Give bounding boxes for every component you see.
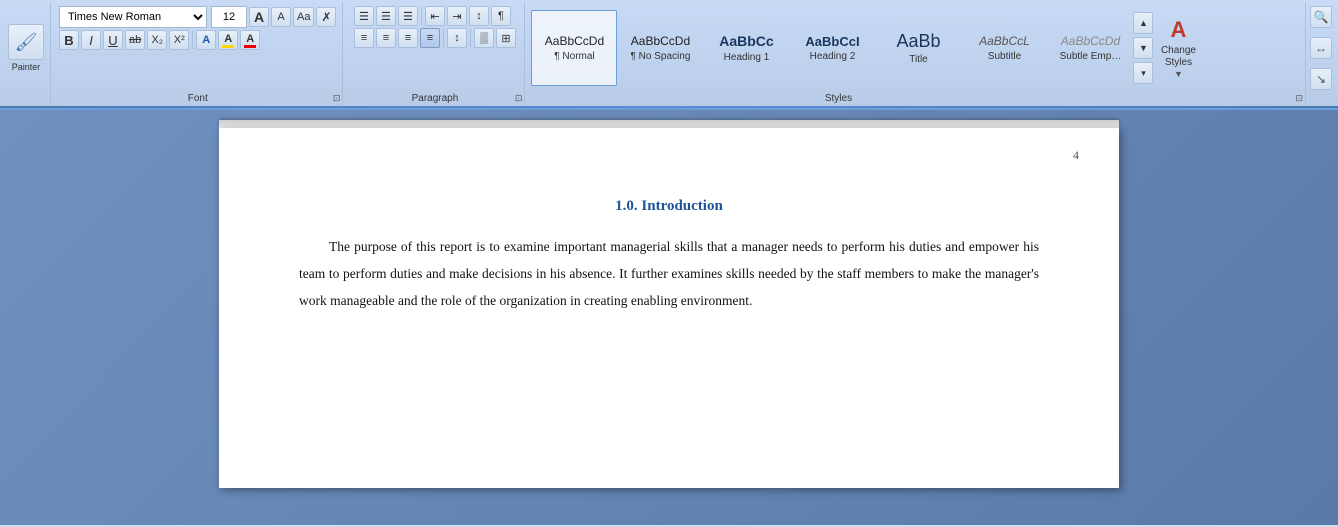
style-item-title[interactable]: AaBb Title (875, 10, 961, 86)
divider4 (470, 29, 471, 47)
superscript-button[interactable]: X² (169, 30, 189, 50)
style-subtle-emph-label: Subtle Emp… (1060, 51, 1122, 62)
text-effects-button[interactable]: A (196, 30, 216, 50)
multilevel-button[interactable]: ☰ (398, 6, 418, 26)
font-group-content: Times New Roman A A Aa ✗ B I U ab X₂ (59, 6, 336, 104)
italic-button[interactable]: I (81, 30, 101, 50)
font-color-button[interactable]: A (240, 30, 260, 50)
font-name-select[interactable]: Times New Roman (59, 6, 207, 28)
style-item-heading2[interactable]: AaBbCcI Heading 2 (789, 10, 875, 86)
replace-button[interactable]: ↔ (1310, 37, 1332, 59)
right-extra-area: 🔍 ↔ ↘ (1308, 2, 1334, 106)
style-item-subtle-emph[interactable]: AaBbCcDd Subtle Emp… (1047, 10, 1133, 86)
styles-group: AaBbCcDd ¶ Normal AaBbCcDd ¶ No Spacing … (527, 2, 1306, 106)
page-wrapper: 4 1.0. Introduction The purpose of this … (219, 120, 1119, 488)
font-group-expand-icon[interactable]: ⊡ (333, 93, 341, 104)
change-styles-label: ChangeStyles (1161, 45, 1196, 69)
page-number: 4 (1073, 148, 1079, 163)
borders-button[interactable]: ⊞ (496, 28, 516, 48)
align-center-button[interactable]: ≡ (376, 28, 396, 48)
document-page: 4 1.0. Introduction The purpose of this … (219, 128, 1119, 488)
shading-button[interactable]: ▒ (474, 28, 494, 48)
page-top-shadow (219, 120, 1119, 128)
font-group-label: Font (53, 93, 342, 104)
styles-group-label: Styles (605, 93, 1072, 104)
divider3 (443, 29, 444, 47)
paragraph-group-content: ☰ ☰ ☰ ⇤ ⇥ ↕ ¶ ≡ ≡ ≡ ≡ ↕ ▒ (354, 6, 516, 104)
styles-scroll-up-button[interactable]: ▲ (1133, 12, 1153, 34)
numbering-button[interactable]: ☰ (376, 6, 396, 26)
style-no-spacing-label: ¶ No Spacing (631, 51, 691, 62)
style-heading2-label: Heading 2 (810, 51, 856, 62)
ribbon: 🖌 Painter Times New Roman A A Aa ✗ (0, 0, 1338, 110)
styles-more-button[interactable]: ▾ (1133, 62, 1153, 84)
style-title-label: Title (909, 54, 928, 65)
style-subtle-emph-preview: AaBbCcDd (1061, 34, 1120, 48)
style-subtitle-label: Subtitle (988, 51, 1021, 62)
style-normal-label: ¶ Normal (554, 51, 594, 62)
style-normal-preview: AaBbCcDd (545, 34, 604, 48)
document-paragraph[interactable]: The purpose of this report is to examine… (299, 233, 1039, 314)
document-heading[interactable]: 1.0. Introduction (299, 198, 1039, 215)
ribbon-separator (0, 106, 1338, 108)
para-row2: ≡ ≡ ≡ ≡ ↕ ▒ ⊞ (354, 28, 516, 48)
format-painter-label: Painter (12, 62, 41, 72)
style-item-subtitle[interactable]: AaBbCcL Subtitle (961, 10, 1047, 86)
sort-button[interactable]: ↕ (469, 6, 489, 26)
paragraph-group-expand-icon[interactable]: ⊡ (515, 93, 523, 104)
highlight-button[interactable]: A (218, 30, 238, 50)
style-no-spacing-preview: AaBbCcDd (631, 34, 690, 48)
bold-button[interactable]: B (59, 30, 79, 50)
document-area: 4 1.0. Introduction The purpose of this … (0, 110, 1338, 525)
align-right-button[interactable]: ≡ (398, 28, 418, 48)
subscript-button[interactable]: X₂ (147, 30, 167, 50)
style-heading2-preview: AaBbCcI (805, 34, 859, 50)
styles-group-expand-icon[interactable]: ⊡ (1295, 93, 1303, 104)
font-size-combo[interactable] (211, 6, 247, 28)
divider1 (192, 31, 193, 49)
style-item-no-spacing[interactable]: AaBbCcDd ¶ No Spacing (617, 10, 703, 86)
bullets-button[interactable]: ☰ (354, 6, 374, 26)
format-painter-button[interactable]: 🖌 (8, 24, 44, 60)
format-painter-area: 🖌 Painter (4, 2, 51, 106)
show-para-button[interactable]: ¶ (491, 6, 511, 26)
styles-scroll-controls: ▲ ▼ ▾ (1133, 10, 1149, 86)
find-button[interactable]: 🔍 (1310, 6, 1332, 28)
line-spacing-button[interactable]: ↕ (447, 28, 467, 48)
ribbon-toolbar: 🖌 Painter Times New Roman A A Aa ✗ (0, 0, 1338, 106)
style-heading1-label: Heading 1 (724, 52, 770, 63)
increase-indent-button[interactable]: ⇥ (447, 6, 467, 26)
change-styles-button[interactable]: A ChangeStyles ▼ (1151, 10, 1205, 86)
decrease-indent-button[interactable]: ⇤ (425, 6, 445, 26)
font-group: Times New Roman A A Aa ✗ B I U ab X₂ (53, 2, 343, 106)
para-row1: ☰ ☰ ☰ ⇤ ⇥ ↕ ¶ (354, 6, 516, 26)
font-row2: B I U ab X₂ X² A A (59, 30, 336, 50)
styles-scroll-down-button[interactable]: ▼ (1133, 37, 1153, 59)
font-size-input[interactable] (211, 6, 247, 28)
grow-font-button[interactable]: A (249, 7, 269, 27)
change-styles-icon: A (1171, 17, 1187, 43)
paragraph-group: ☰ ☰ ☰ ⇤ ⇥ ↕ ¶ ≡ ≡ ≡ ≡ ↕ ▒ (345, 2, 525, 106)
justify-button[interactable]: ≡ (420, 28, 440, 48)
change-styles-arrow: ▼ (1174, 69, 1183, 79)
divider2 (421, 7, 422, 25)
clear-format-button[interactable]: ✗ (316, 7, 336, 27)
change-case-button[interactable]: Aa (293, 7, 314, 27)
select-button[interactable]: ↘ (1310, 68, 1332, 90)
align-left-button[interactable]: ≡ (354, 28, 374, 48)
shrink-font-button[interactable]: A (271, 7, 291, 27)
paragraph-group-label: Paragraph (345, 93, 524, 104)
strikethrough-button[interactable]: ab (125, 30, 145, 50)
font-name-combo[interactable]: Times New Roman (59, 6, 207, 28)
style-heading1-preview: AaBbCc (719, 33, 773, 50)
underline-button[interactable]: U (103, 30, 123, 50)
style-title-preview: AaBb (896, 31, 940, 53)
font-row1: Times New Roman A A Aa ✗ (59, 6, 336, 28)
style-subtitle-preview: AaBbCcL (979, 34, 1030, 48)
style-item-heading1[interactable]: AaBbCc Heading 1 (703, 10, 789, 86)
style-item-normal[interactable]: AaBbCcDd ¶ Normal (531, 10, 617, 86)
